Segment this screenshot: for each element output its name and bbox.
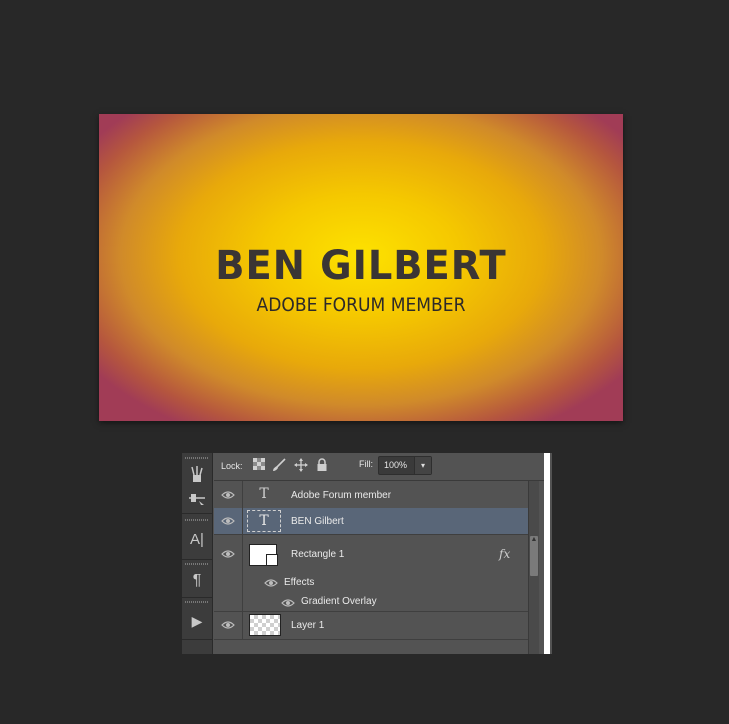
- layer-name[interactable]: BEN Gilbert: [291, 516, 344, 527]
- card-name-text: BEN GILBERT: [215, 243, 507, 289]
- layer-name[interactable]: Rectangle 1: [291, 549, 344, 560]
- eye-icon[interactable]: [221, 490, 235, 500]
- panel-dock-strip: A| ¶ ▶: [182, 453, 213, 654]
- transparent-thumbnail: [249, 614, 281, 636]
- layer-row-adobe-forum-member[interactable]: T Adobe Forum member: [214, 481, 528, 509]
- character-icon[interactable]: A|: [182, 524, 212, 554]
- eye-icon[interactable]: [221, 620, 235, 630]
- lock-transparent-pixels-icon[interactable]: [252, 458, 266, 472]
- chevron-up-icon: ▲: [530, 536, 538, 543]
- chevron-down-icon[interactable]: ▾: [414, 457, 431, 474]
- fill-label: Fill:: [359, 459, 373, 469]
- lock-image-pixels-icon[interactable]: [272, 458, 286, 472]
- eye-icon[interactable]: [281, 598, 295, 608]
- layer-name[interactable]: Adobe Forum member: [291, 490, 391, 501]
- lock-position-icon[interactable]: [294, 458, 308, 472]
- lock-label: Lock:: [221, 461, 243, 471]
- effect-item-gradient-overlay[interactable]: Gradient Overlay: [301, 596, 377, 607]
- layers-panel: A| ¶ ▶ Lock: Fill: 100% ▾ T Adobe Forum …: [182, 453, 552, 654]
- fill-value[interactable]: 100%: [384, 460, 407, 470]
- layer-row-ben-gilbert[interactable]: T BEN Gilbert: [214, 508, 528, 535]
- panel-edge: [544, 453, 550, 654]
- dock-grip[interactable]: [185, 601, 209, 603]
- eye-icon[interactable]: [221, 549, 235, 559]
- fill-input[interactable]: 100% ▾: [378, 456, 432, 475]
- layer-list: T Adobe Forum member T BEN Gilbert Recta…: [214, 481, 528, 654]
- layers-scrollbar[interactable]: ▲: [528, 481, 539, 654]
- eye-icon[interactable]: [264, 578, 278, 588]
- document-canvas[interactable]: BEN GILBERT ADOBE FORUM MEMBER: [99, 114, 623, 421]
- paragraph-icon[interactable]: ¶: [182, 566, 212, 596]
- play-action-icon[interactable]: ▶: [182, 606, 212, 636]
- lock-all-icon[interactable]: [315, 458, 329, 472]
- fx-icon[interactable]: fx: [499, 547, 510, 561]
- dock-grip[interactable]: [185, 519, 209, 521]
- brush-settings-icon[interactable]: [182, 483, 212, 513]
- visibility-column: [214, 534, 243, 611]
- text-layer-icon: T: [259, 486, 269, 502]
- text-layer-icon: T: [247, 510, 281, 532]
- effects-label[interactable]: Effects: [284, 577, 314, 588]
- lock-fill-bar: Lock: Fill: 100% ▾: [214, 453, 544, 481]
- dock-grip[interactable]: [185, 563, 209, 565]
- card-subtitle-text: ADOBE FORUM MEMBER: [256, 294, 466, 316]
- scrollbar-thumb[interactable]: ▲: [530, 536, 538, 576]
- layer-row-layer-1[interactable]: Layer 1: [214, 611, 528, 640]
- layer-name[interactable]: Layer 1: [291, 620, 324, 631]
- vector-mask-icon: [266, 554, 278, 566]
- layer-row-rectangle-1[interactable]: Rectangle 1 fx Effects Gradient Overlay: [214, 534, 528, 612]
- eye-icon[interactable]: [221, 516, 235, 526]
